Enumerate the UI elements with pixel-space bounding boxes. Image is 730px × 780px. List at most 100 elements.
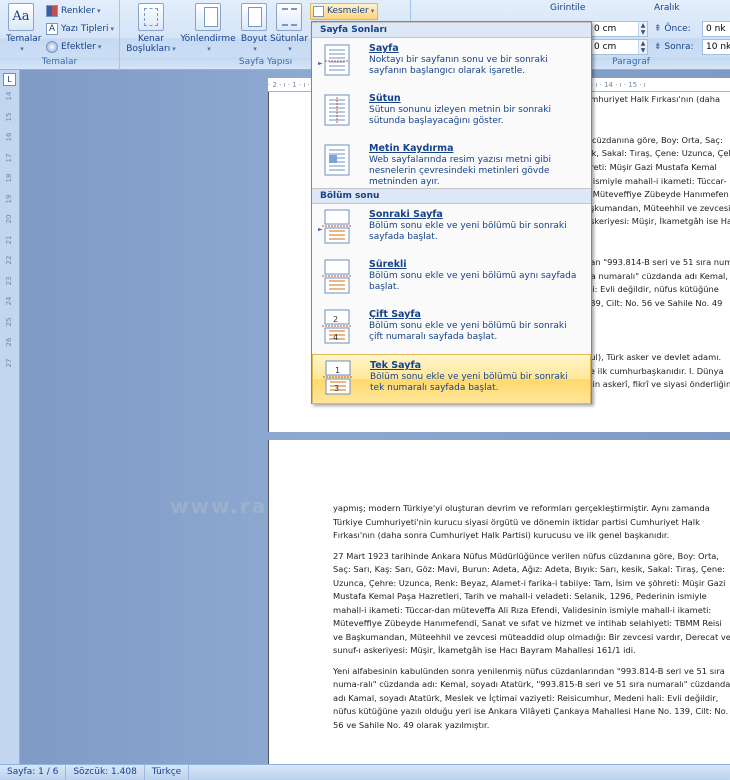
page-breaks-section-header: Sayfa Sonları — [312, 22, 591, 38]
size-button[interactable]: Boyut ▾ — [237, 3, 271, 54]
svg-text:2: 2 — [333, 315, 338, 324]
vertical-ruler-tick: 22 — [5, 255, 13, 265]
page1-text-line — [585, 311, 730, 325]
vertical-ruler[interactable]: L 14 15 16 17 18 19 20 21 22 23 24 25 26 27 — [0, 70, 20, 764]
menu-item-title: Çift Sayfa — [369, 309, 421, 320]
size-icon — [241, 3, 267, 31]
page1-text-line — [585, 243, 730, 257]
vertical-ruler-tick: 20 — [5, 214, 13, 224]
menu-item-text-wrapping[interactable]: Metin Kaydırma Web sayfalarında resim yaz… — [312, 138, 591, 188]
colors-icon — [46, 4, 58, 17]
spacing-label: Aralık — [654, 3, 680, 13]
margins-button[interactable]: Kenar Boşlukları ▾ — [123, 3, 179, 54]
even-page-icon: 24 — [322, 309, 354, 345]
vertical-ruler-tick: 14 — [5, 91, 13, 101]
status-page-count[interactable]: Sayfa: 1 / 6 — [0, 765, 67, 780]
page1-text-line: s cüzdanına göre, Boy: Orta, Saç: — [585, 134, 723, 145]
orientation-button[interactable]: Yönlendirme ▾ — [179, 3, 237, 54]
vertical-ruler-tick: 17 — [5, 153, 13, 162]
columns-icon — [276, 3, 302, 31]
themes-label: Temalar — [6, 34, 42, 44]
vertical-ruler-tick: 27 — [5, 358, 13, 367]
effects-button[interactable]: Efektler ▾ — [46, 39, 101, 55]
document-page-2[interactable]: yapmış; modern Türkiye'yi oluşturan devr… — [268, 440, 730, 770]
vertical-ruler-tick: 24 — [5, 296, 13, 306]
fonts-icon: A — [46, 22, 58, 35]
fonts-button[interactable]: A Yazı Tipleri ▾ — [46, 21, 114, 37]
menu-item-page[interactable]: ► Sayfa Noktayı bir sayfanın sonu ve bir s… — [312, 38, 591, 88]
page1-text-line: 'nin askerî, fikrî ve siyasi önderliğin — [585, 379, 730, 390]
effects-icon — [46, 40, 58, 53]
themes-icon: Aa — [8, 3, 34, 31]
menu-item-title: Metin Kaydırma — [369, 143, 454, 154]
indent-left-input[interactable]: 0 cm ▲ ▼ — [590, 21, 648, 37]
breaks-dropdown-menu: Sayfa Sonları ► Sayfa Noktayı bir sayfanın… — [311, 21, 592, 404]
page1-text-line: sik, Sakal: Tıraş, Çene: Uzunca, Çeh — [585, 148, 730, 159]
columns-button[interactable]: Sütunlar ▾ — [269, 3, 309, 54]
breaks-icon — [313, 6, 324, 17]
menu-item-continuous[interactable]: Sürekli Bölüm sonu ekle ve yeni bölümü ay… — [312, 254, 591, 304]
size-label: Boyut — [240, 34, 268, 44]
themes-button[interactable]: Aa Temalar ▾ — [6, 3, 42, 54]
next-page-icon — [322, 209, 354, 245]
section-breaks-section-header: Bölüm sonu — [312, 188, 591, 204]
continuous-icon — [322, 259, 354, 295]
status-language[interactable]: Türkçe — [145, 765, 190, 780]
menu-item-description: Bölüm sonu ekle ve yeni bölümü bir sonra… — [370, 372, 568, 393]
column-break-icon — [322, 93, 354, 129]
status-word-count[interactable]: Sözcük: 1.408 — [66, 765, 145, 780]
spacing-before-input[interactable]: 0 nk — [702, 21, 730, 37]
margins-icon — [138, 3, 164, 31]
menu-item-even-page[interactable]: 2 4 Çift Sayfa Bölüm sonu ekle ve yeni bölü… — [312, 304, 591, 354]
menu-item-description: Bölüm sonu ekle ve yeni bölümü bir sonra… — [369, 321, 567, 342]
menu-item-description: Sütun sonunu izleyen metnin bir sonraki … — [369, 105, 551, 126]
menu-item-description: Bölüm sonu ekle ve yeni bölümü bir sonra… — [369, 221, 567, 242]
breaks-button[interactable]: Kesmeler ▾ — [310, 3, 378, 20]
menu-item-next-page[interactable]: ► Sonraki Sayfa Bölüm sonu ekle ve yeni bö… — [312, 204, 591, 254]
page1-text-line: 139, Cilt: No. 56 ve Sahile No. 49 — [585, 297, 723, 308]
page1-text-line: ali: Evli değildir, nüfus kütüğüne — [585, 284, 719, 295]
spacing-after-label: ⇟ Sonra: — [654, 42, 694, 52]
body-paragraph: 27 Mart 1923 tarihinde Ankara Nüfus Müdü… — [333, 550, 730, 656]
page1-text: umhuriyet Halk Fırkası'nın (daha s cüzdan… — [585, 93, 730, 392]
status-bar: Sayfa: 1 / 6 Sözcük: 1.408 Türkçe — [0, 764, 730, 780]
page1-text-line: umhuriyet Halk Fırkası'nın (daha — [585, 94, 721, 104]
spacing-before-icon: ⇞ — [654, 24, 665, 34]
columns-label: Sütunlar — [269, 34, 309, 44]
page1-text-line: i: Müteveffiye Zübeyde Hanımefen — [585, 189, 729, 200]
tab-selector-button[interactable]: L — [3, 73, 16, 86]
spacing-after-input[interactable]: 10 nk — [702, 39, 730, 55]
indent-right-spinner[interactable]: ▲ ▼ — [638, 40, 647, 54]
page1-text-line: ıra numaralı" cüzdanda adı Kemal, — [585, 270, 728, 281]
orientation-icon — [195, 3, 221, 31]
svg-text:1: 1 — [335, 366, 340, 375]
page1-text-line — [585, 324, 730, 338]
page1-text-line: ve ilk cumhurbaşkanıdır. I. Dünya — [585, 365, 724, 376]
menu-item-description: Web sayfalarında resim yazısı metni gibi… — [369, 155, 552, 187]
indent-left-spinner[interactable]: ▲ ▼ — [638, 22, 647, 36]
page1-text-line: hreti: Müşir Gazi Mustafa Kemal — [585, 161, 717, 172]
vertical-ruler-tick: 19 — [5, 194, 13, 203]
menu-item-description: Noktayı bir sayfanın sonu ve bir sonraki… — [369, 55, 548, 76]
menu-item-description: Bölüm sonu ekle ve yeni bölümü aynı sayf… — [369, 271, 577, 292]
vertical-ruler-tick: 15 — [5, 112, 13, 121]
menu-item-title: Sürekli — [369, 259, 407, 270]
svg-text:3: 3 — [334, 384, 339, 393]
page1-text-line: n ismiyle mahall-i ikameti: Tüccar- — [585, 175, 727, 186]
vertical-ruler-tick: 21 — [5, 235, 13, 244]
svg-text:4: 4 — [333, 333, 338, 342]
vertical-ruler-tick: 23 — [5, 276, 13, 285]
indent-right-input[interactable]: 0 cm ▲ ▼ — [590, 39, 648, 55]
menu-item-odd-page[interactable]: 1 3 Tek Sayfa Bölüm sonu ekle ve yeni bölüm… — [312, 354, 591, 404]
vertical-ruler-tick: 16 — [5, 132, 13, 142]
page1-text-line — [585, 338, 730, 352]
indent-label: Girintile — [550, 3, 586, 13]
spacing-after-icon: ⇟ — [654, 42, 665, 52]
menu-item-column[interactable]: Sütun Sütun sonunu izleyen metnin bir son… — [312, 88, 591, 138]
margins-label: Kenar Boşlukları — [126, 34, 171, 54]
odd-page-icon: 13 — [323, 360, 355, 396]
menu-item-title: Sonraki Sayfa — [369, 209, 443, 220]
page-break-icon — [322, 43, 354, 79]
menu-item-title: Sayfa — [369, 43, 399, 54]
colors-button[interactable]: Renkler ▾ — [46, 3, 101, 19]
